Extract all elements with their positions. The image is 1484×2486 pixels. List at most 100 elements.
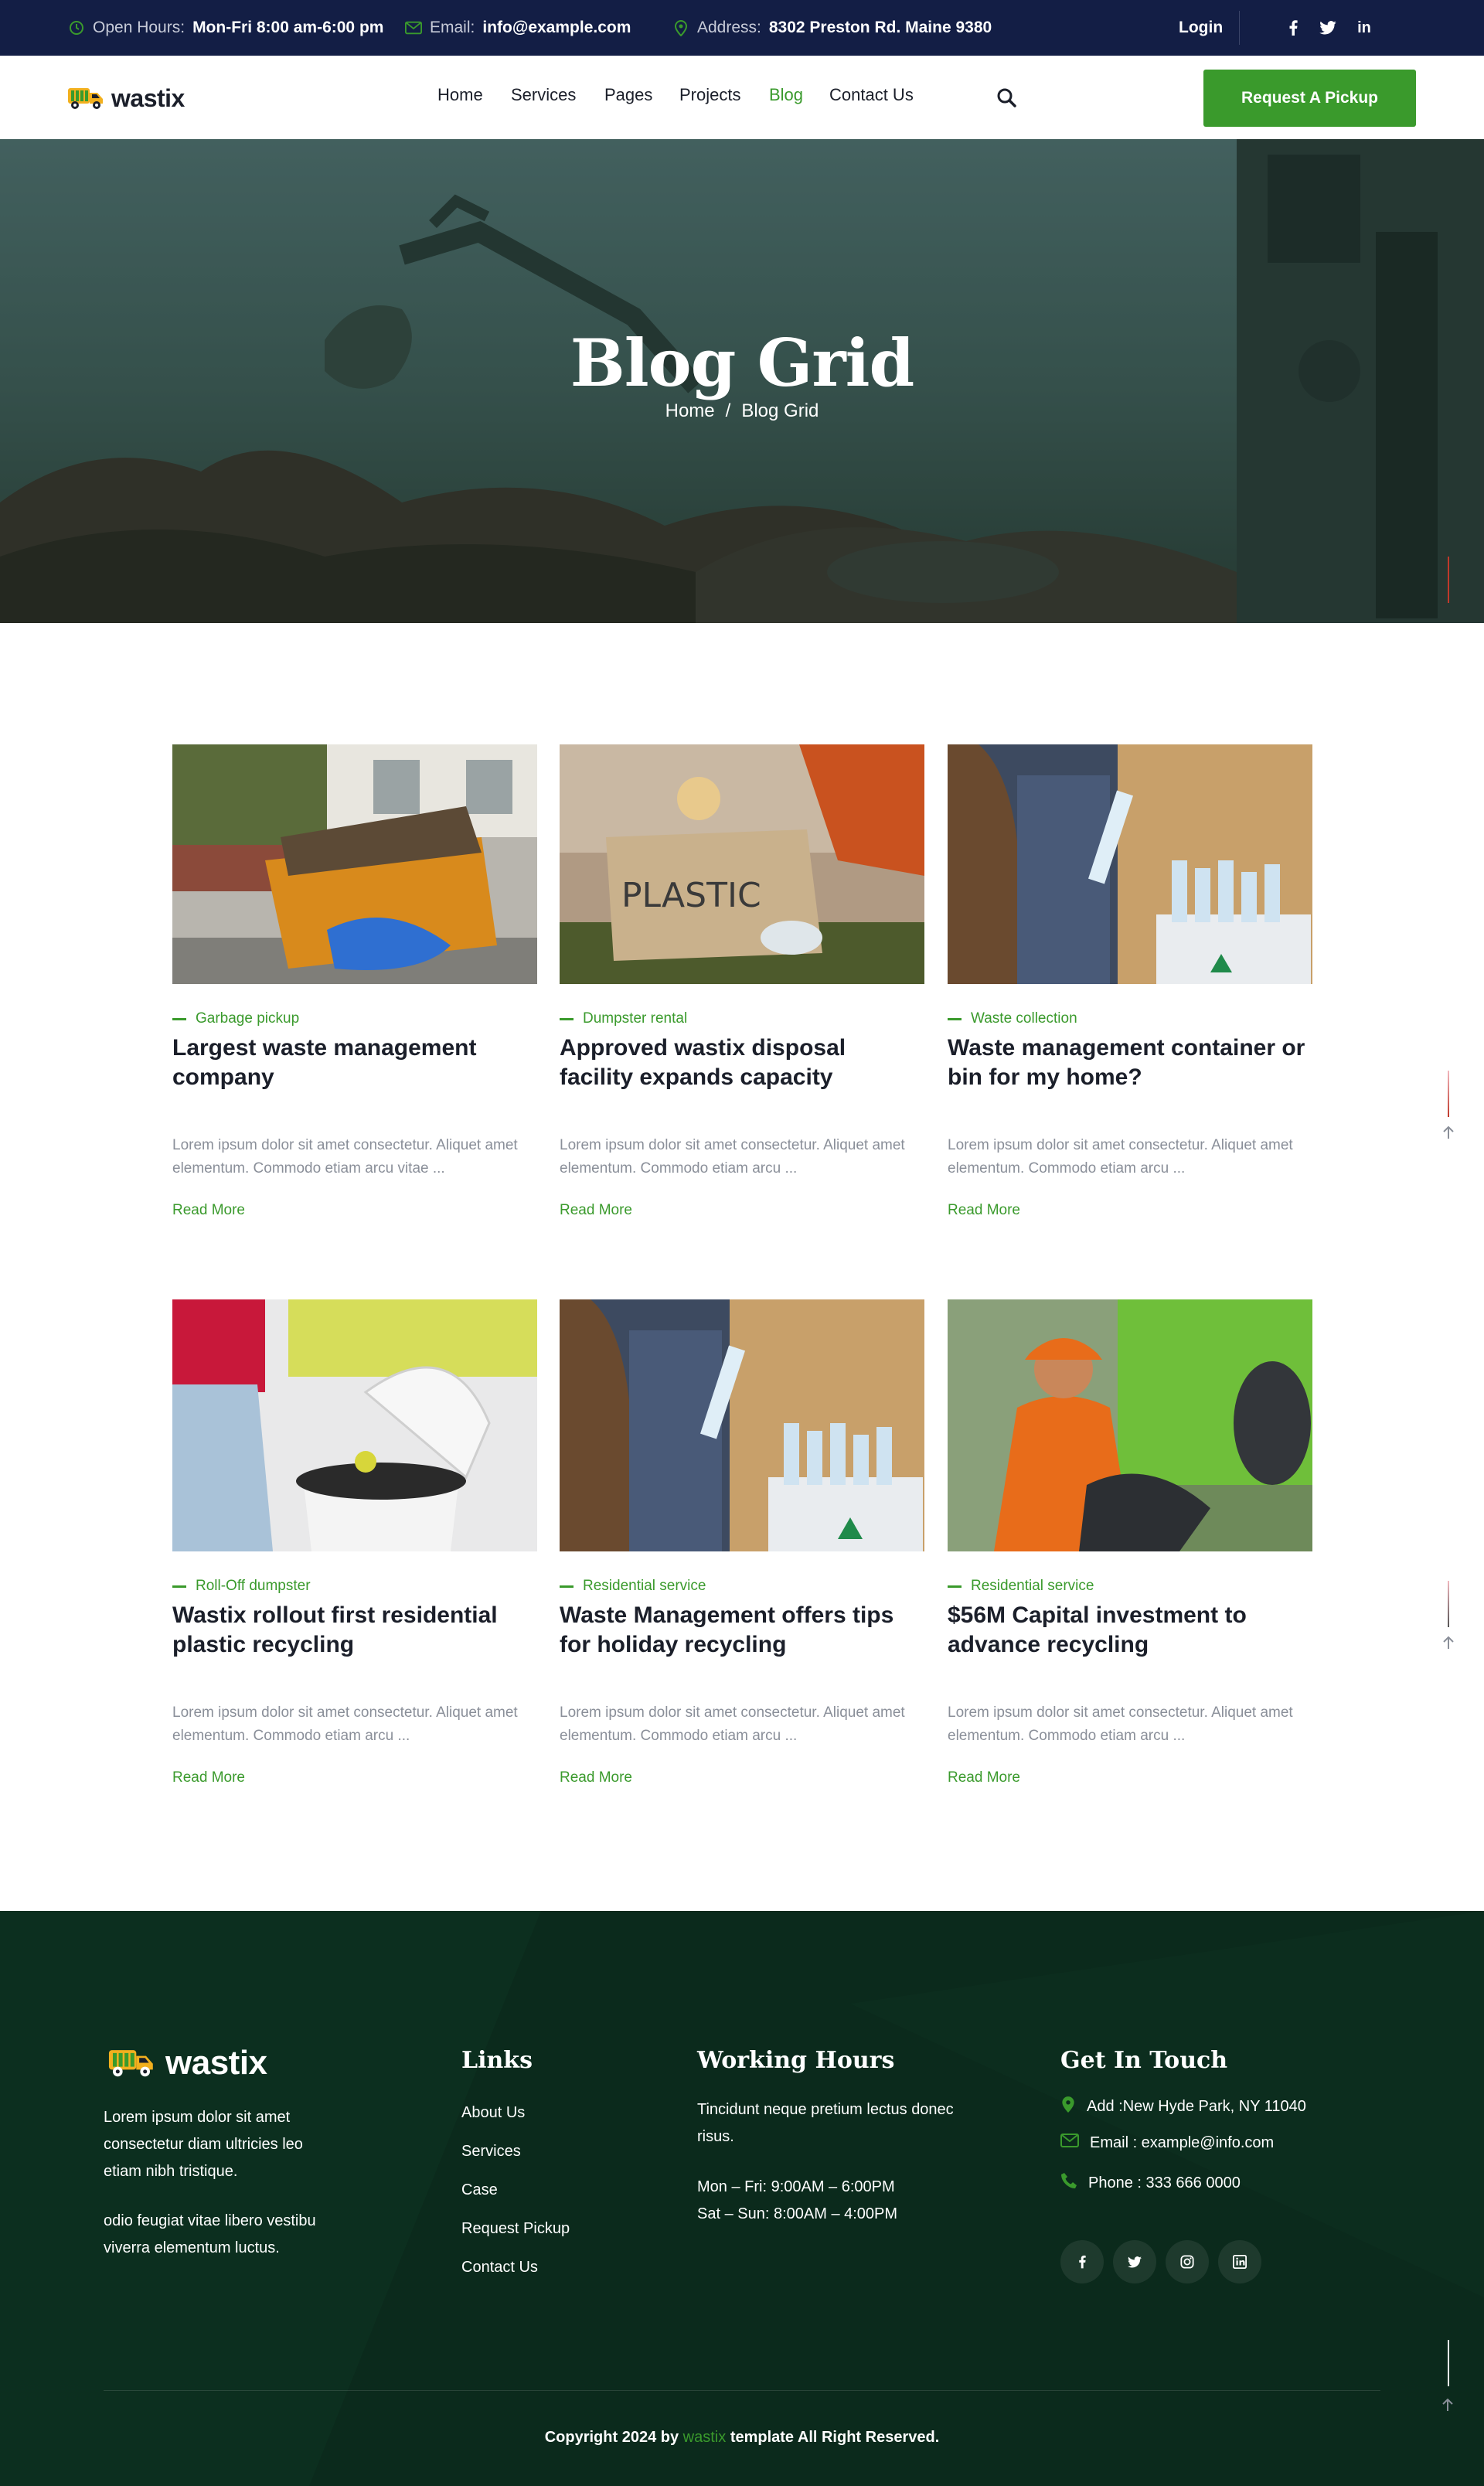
read-more-link[interactable]: Read More xyxy=(948,1202,1020,1219)
nav-pages[interactable]: Pages xyxy=(604,85,652,105)
request-pickup-button[interactable]: Request A Pickup xyxy=(1203,70,1416,127)
instagram-icon[interactable] xyxy=(1166,2240,1209,2283)
mail-icon xyxy=(1060,2134,1079,2152)
post-image[interactable] xyxy=(948,744,1312,984)
working-hours-weekday: Mon – Fri: 9:00AM – 6:00PM xyxy=(697,2178,895,2195)
footer-link-about[interactable]: About Us xyxy=(461,2104,525,2122)
working-hours-weekend: Sat – Sun: 8:00AM – 4:00PM xyxy=(697,2205,898,2222)
post-title[interactable]: $56M Capital investment to advance recyc… xyxy=(948,1601,1312,1663)
post-title[interactable]: Waste management container or bin for my… xyxy=(948,1034,1312,1095)
post-category[interactable]: Roll-Off dumpster xyxy=(172,1578,537,1595)
post-title[interactable]: Wastix rollout first residential plastic… xyxy=(172,1601,537,1663)
post-category[interactable]: Residential service xyxy=(560,1578,924,1595)
read-more-link[interactable]: Read More xyxy=(560,1769,632,1786)
post-image[interactable] xyxy=(172,1299,537,1551)
arrow-up-icon[interactable] xyxy=(1441,1126,1455,1139)
linkedin-icon[interactable]: in xyxy=(1353,0,1376,56)
category-dash xyxy=(560,1017,574,1020)
top-bar: Open Hours: Mon-Fri 8:00 am-6:00 pm Emai… xyxy=(0,0,1484,56)
footer-link-contact[interactable]: Contact Us xyxy=(461,2259,538,2277)
login-link[interactable]: Login xyxy=(1179,0,1223,56)
post-excerpt: Lorem ipsum dolor sit amet consectetur. … xyxy=(948,1704,1293,1744)
logo-text: wastix xyxy=(111,84,185,112)
category-dash xyxy=(948,1017,962,1020)
topbar-divider xyxy=(1239,11,1240,45)
post-excerpt: Lorem ipsum dolor sit amet consectetur. … xyxy=(560,1137,905,1177)
nav-blog[interactable]: Blog xyxy=(769,85,803,105)
post-image[interactable] xyxy=(172,744,537,984)
read-more-link[interactable]: Read More xyxy=(560,1202,632,1219)
hours-value: Mon-Fri 8:00 am-6:00 pm xyxy=(192,19,384,36)
post-title[interactable]: Approved wastix disposal facility expand… xyxy=(560,1034,924,1095)
read-more-link[interactable]: Read More xyxy=(172,1769,245,1786)
open-hours: Open Hours: Mon-Fri 8:00 am-6:00 pm xyxy=(68,0,383,56)
mail-icon xyxy=(405,19,422,36)
post-category[interactable]: Waste collection xyxy=(948,1010,1312,1027)
copyright: Copyright 2024 by wastix template All Ri… xyxy=(0,2429,1484,2447)
footer-link-request-pickup[interactable]: Request Pickup xyxy=(461,2220,570,2238)
twitter-icon[interactable] xyxy=(1316,0,1339,56)
category-dash xyxy=(172,1585,186,1588)
post-category-label: Roll-Off dumpster xyxy=(196,1578,311,1594)
hours-label: Open Hours: xyxy=(93,19,186,36)
contact-email-text[interactable]: Email : example@info.com xyxy=(1090,2134,1274,2152)
nav-home[interactable]: Home xyxy=(437,85,483,105)
truck-logo-icon xyxy=(66,82,105,115)
email-value[interactable]: info@example.com xyxy=(482,19,631,37)
location-icon xyxy=(1060,2095,1076,2118)
post-category[interactable]: Garbage pickup xyxy=(172,1010,537,1027)
footer-about-1: Lorem ipsum dolor sit amet consectetur d… xyxy=(104,2109,303,2180)
phone-icon xyxy=(1060,2172,1077,2194)
nav-services[interactable]: Services xyxy=(511,85,576,105)
footer-link-case[interactable]: Case xyxy=(461,2181,498,2199)
nav-contact-us[interactable]: Contact Us xyxy=(829,85,914,105)
category-dash xyxy=(948,1585,962,1588)
blog-card: PLASTIC Dumpster rental Approved wastix … xyxy=(560,744,924,1219)
breadcrumb-home[interactable]: Home xyxy=(665,400,715,421)
read-more-link[interactable]: Read More xyxy=(172,1202,245,1219)
post-excerpt: Lorem ipsum dolor sit amet consectetur. … xyxy=(172,1704,518,1744)
nav-projects[interactable]: Projects xyxy=(679,85,740,105)
footer-divider xyxy=(104,2390,1380,2391)
working-hours-intro: Tincidunt neque pretium lectus donec ris… xyxy=(697,2101,954,2145)
post-image[interactable] xyxy=(948,1299,1312,1551)
get-in-touch-heading: Get In Touch xyxy=(1060,2047,1228,2074)
post-image[interactable] xyxy=(560,1299,924,1551)
links-heading: Links xyxy=(461,2047,533,2074)
address-label: Address: xyxy=(697,19,761,36)
category-dash xyxy=(560,1585,574,1588)
blog-card: Roll-Off dumpster Wastix rollout first r… xyxy=(172,1299,537,1786)
category-dash xyxy=(172,1017,186,1020)
facebook-icon[interactable] xyxy=(1281,0,1305,56)
twitter-icon[interactable] xyxy=(1113,2240,1156,2283)
address-info: Address: 8302 Preston Rd. Maine 9380 xyxy=(672,0,992,56)
scroll-progress-line xyxy=(1448,1581,1449,1627)
footer-link-services[interactable]: Services xyxy=(461,2143,521,2161)
post-image[interactable]: PLASTIC xyxy=(560,744,924,984)
read-more-link[interactable]: Read More xyxy=(948,1769,1020,1786)
post-category[interactable]: Residential service xyxy=(948,1578,1312,1595)
footer-logo[interactable]: wastix xyxy=(104,2042,267,2083)
address-value: 8302 Preston Rd. Maine 9380 xyxy=(768,19,992,36)
footer-about-2: odio feugiat vitae libero vestibu viverr… xyxy=(104,2212,316,2256)
search-icon[interactable] xyxy=(994,85,1019,110)
scroll-indicator xyxy=(1448,557,1449,603)
copyright-brand[interactable]: wastix xyxy=(683,2429,727,2446)
linkedin-icon[interactable] xyxy=(1218,2240,1261,2283)
arrow-up-icon[interactable] xyxy=(1441,2398,1455,2412)
arrow-up-icon[interactable] xyxy=(1441,1636,1455,1650)
blog-card: Residential service $56M Capital investm… xyxy=(948,1299,1312,1786)
logo[interactable]: wastix xyxy=(66,82,185,115)
scroll-progress-line xyxy=(1448,2340,1449,2386)
post-title[interactable]: Largest waste management company xyxy=(172,1034,537,1095)
facebook-icon[interactable] xyxy=(1060,2240,1104,2283)
contact-phone-text[interactable]: Phone : 333 666 0000 xyxy=(1088,2174,1241,2192)
post-title[interactable]: Waste Management offers tips for holiday… xyxy=(560,1601,924,1663)
post-excerpt: Lorem ipsum dolor sit amet consectetur. … xyxy=(172,1137,518,1177)
copyright-prefix: Copyright 2024 by xyxy=(544,2429,679,2446)
post-category[interactable]: Dumpster rental xyxy=(560,1010,924,1027)
copyright-suffix: template All Right Reserved. xyxy=(730,2429,940,2446)
location-icon xyxy=(672,19,689,36)
post-category-label: Residential service xyxy=(583,1578,706,1594)
email-label: Email: xyxy=(430,19,475,36)
